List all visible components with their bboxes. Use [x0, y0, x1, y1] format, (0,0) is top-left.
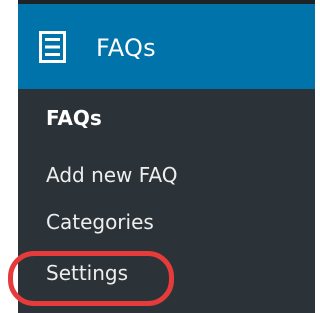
faqs-menu-title: FAQs: [96, 34, 156, 62]
admin-sidebar-menu: FAQs FAQs Add new FAQ Categories Setting…: [18, 0, 315, 313]
submenu-item-add-new-faq[interactable]: Add new FAQ: [46, 160, 178, 190]
list-icon: [39, 31, 66, 63]
submenu-item-faqs[interactable]: FAQs: [46, 103, 102, 133]
submenu-item-categories[interactable]: Categories: [46, 207, 154, 237]
submenu-item-settings[interactable]: Settings: [46, 258, 128, 288]
faqs-menu-header[interactable]: FAQs: [18, 0, 315, 89]
